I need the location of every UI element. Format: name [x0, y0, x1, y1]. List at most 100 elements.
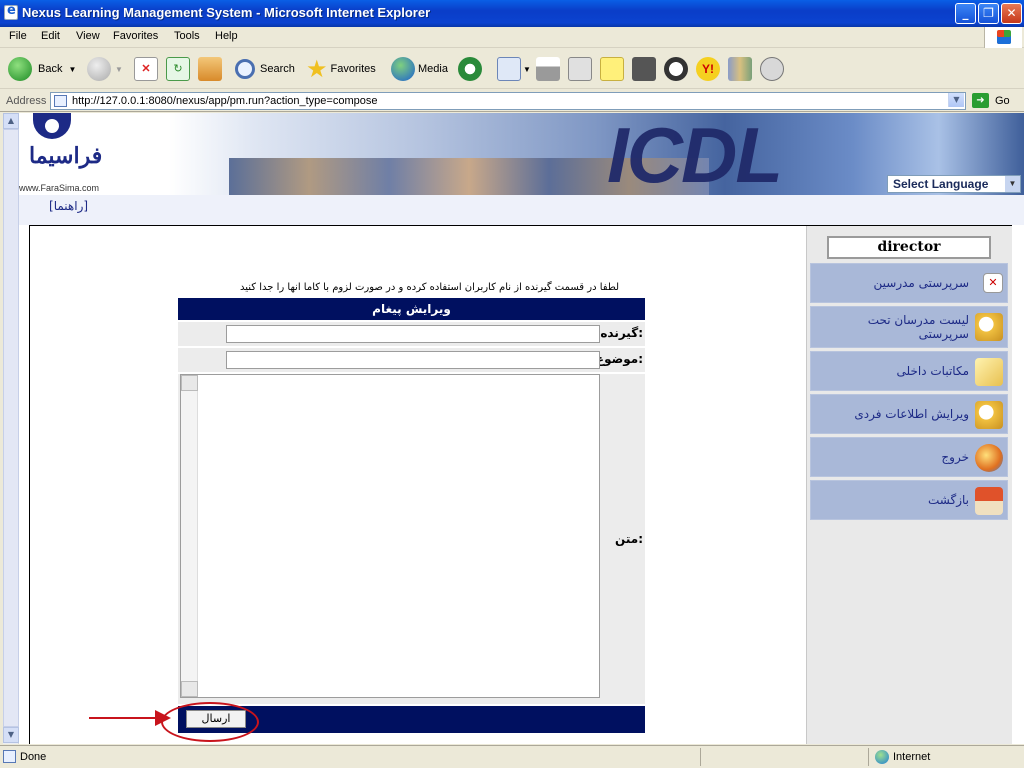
sidebar-item-label: سرپرستی مدرسین	[873, 276, 969, 290]
forward-arrow-icon	[87, 57, 111, 81]
browser-toolbar: Back ▼ ▼ ✕ ↻ Search ★ Favorites Media ▼ …	[0, 49, 1024, 89]
media-label: Media	[418, 63, 448, 75]
back-label: Back	[38, 63, 63, 75]
page-icon	[54, 95, 67, 107]
history-button[interactable]	[458, 55, 482, 83]
annotation-circle	[161, 702, 259, 742]
window-titlebar: Nexus Learning Management System - Micro…	[0, 0, 1024, 27]
favorites-button[interactable]: ★ Favorites	[306, 55, 376, 83]
status-divider	[700, 748, 701, 766]
vertical-scrollbar[interactable]: ▲ ▼	[3, 113, 19, 744]
chevron-down-icon[interactable]: ▼	[1005, 176, 1020, 192]
body-row: متن:	[178, 374, 645, 704]
yahoo-button[interactable]: Y!	[696, 55, 720, 83]
logo-text: فراسیما	[29, 143, 103, 169]
help-link[interactable]: [راهنما]	[49, 199, 88, 213]
address-input[interactable]: http://127.0.0.1:8080/nexus/app/pm.run?a…	[50, 92, 966, 110]
search-icon	[235, 59, 255, 79]
maximize-button[interactable]: ❐	[978, 3, 999, 24]
sidebar-item-edit-profile[interactable]: ویرایش اطلاعات فردی	[810, 394, 1008, 434]
research-icon	[632, 57, 656, 81]
print-button[interactable]	[536, 55, 560, 83]
research-button[interactable]	[632, 55, 656, 83]
favorites-label: Favorites	[330, 63, 376, 75]
sidebar-item-label: خروج	[941, 450, 969, 464]
go-arrow-icon[interactable]: ➜	[972, 93, 989, 108]
page-done-icon	[3, 750, 16, 763]
books-icon	[728, 57, 752, 81]
sidebar-item-label: مکاتبات داخلی	[896, 364, 969, 378]
status-text: Done	[20, 751, 47, 763]
search-button[interactable]: Search	[235, 55, 295, 83]
subject-label: موضوع:	[595, 352, 643, 366]
sidebar-item-back[interactable]: بازگشت	[810, 480, 1008, 520]
scroll-up-arrow[interactable]: ▲	[3, 113, 19, 129]
menu-favorites[interactable]: Favorites	[113, 30, 158, 42]
menu-file[interactable]: File	[9, 30, 27, 42]
menu-edit[interactable]: Edit	[41, 30, 60, 42]
mail-dropdown-icon[interactable]: ▼	[523, 65, 531, 74]
textarea-scrollbar[interactable]	[181, 375, 198, 697]
recipient-input[interactable]	[226, 325, 600, 343]
forward-dropdown-icon: ▼	[115, 64, 123, 74]
edit-icon	[568, 57, 592, 81]
home-button[interactable]	[198, 55, 222, 83]
address-label: Address	[6, 95, 47, 107]
mail-button[interactable]: ▼	[497, 55, 531, 83]
recipient-row: گیرنده:	[178, 322, 645, 346]
menu-help[interactable]: Help	[215, 30, 238, 42]
logo-site: www.FaraSima.com	[19, 183, 100, 193]
discuss-button[interactable]	[760, 55, 784, 83]
close-button[interactable]: ✕	[1001, 3, 1022, 24]
go-button[interactable]: Go	[995, 95, 1010, 107]
back-dropdown-icon[interactable]: ▼	[68, 65, 76, 74]
scroll-down-arrow[interactable]: ▼	[3, 727, 19, 743]
home-icon	[198, 57, 222, 81]
exit-globe-icon	[975, 444, 1003, 472]
status-bar: Done Internet	[0, 745, 1024, 768]
main-content: لطفا در قسمت گیرنده از نام کاربران استفا…	[29, 225, 1012, 744]
ie-icon	[4, 3, 18, 20]
subject-input[interactable]	[226, 351, 600, 369]
sidebar-item-teacher-list[interactable]: لیست مدرسان تحت سرپرستی	[810, 306, 1008, 348]
address-bar: Address http://127.0.0.1:8080/nexus/app/…	[0, 90, 1024, 112]
address-dropdown-icon[interactable]: ▼	[948, 93, 964, 107]
sidebar-item-label: بازگشت	[928, 493, 969, 507]
stop-icon: ✕	[134, 57, 158, 81]
notes-button[interactable]	[600, 55, 624, 83]
media-button[interactable]: Media	[391, 55, 448, 83]
farasima-logo: فراسیما www.FaraSima.com	[19, 113, 129, 195]
back-button[interactable]: Back ▼	[8, 55, 76, 83]
magnifier-icon	[975, 401, 1003, 429]
textarea-scroll-down[interactable]	[181, 681, 198, 697]
address-url[interactable]: http://127.0.0.1:8080/nexus/app/pm.run?a…	[72, 95, 377, 107]
back-arrow-icon	[8, 57, 32, 81]
messenger-button[interactable]	[664, 55, 688, 83]
sidebar-item-label: ویرایش اطلاعات فردی	[854, 407, 969, 421]
edit-button[interactable]	[568, 55, 592, 83]
menu-tools[interactable]: Tools	[174, 30, 200, 42]
help-bar: [راهنما]	[19, 195, 1024, 225]
forward-button[interactable]: ▼	[87, 55, 123, 83]
textarea-scroll-up[interactable]	[181, 375, 198, 391]
scroll-thumb[interactable]	[3, 129, 19, 727]
user-name: director	[827, 236, 991, 259]
minimize-button[interactable]: _	[955, 3, 976, 24]
sidebar-item-exit[interactable]: خروج	[810, 437, 1008, 477]
status-divider	[868, 748, 869, 766]
sidebar-item-supervise-teachers[interactable]: سرپرستی مدرسین ✕	[810, 263, 1008, 303]
history-icon	[458, 57, 482, 81]
refresh-button[interactable]: ↻	[166, 55, 190, 83]
header-banner: ICDL فراسیما www.FaraSima.com Select Lan…	[19, 113, 1024, 195]
stop-button[interactable]: ✕	[134, 55, 158, 83]
menu-view[interactable]: View	[76, 30, 100, 42]
language-select[interactable]: Select Language ▼	[887, 175, 1021, 193]
books-button[interactable]	[728, 55, 752, 83]
body-textarea[interactable]	[180, 374, 600, 698]
search-label: Search	[260, 63, 295, 75]
sidebar-item-internal-mail[interactable]: مکاتبات داخلی	[810, 351, 1008, 391]
speech-bubble-icon	[760, 57, 784, 81]
compose-form: ویرایش پیغام گیرنده: موضوع: متن: ارسال	[178, 298, 645, 733]
recipient-label: گیرنده:	[600, 326, 643, 340]
subject-row: موضوع:	[178, 348, 645, 372]
